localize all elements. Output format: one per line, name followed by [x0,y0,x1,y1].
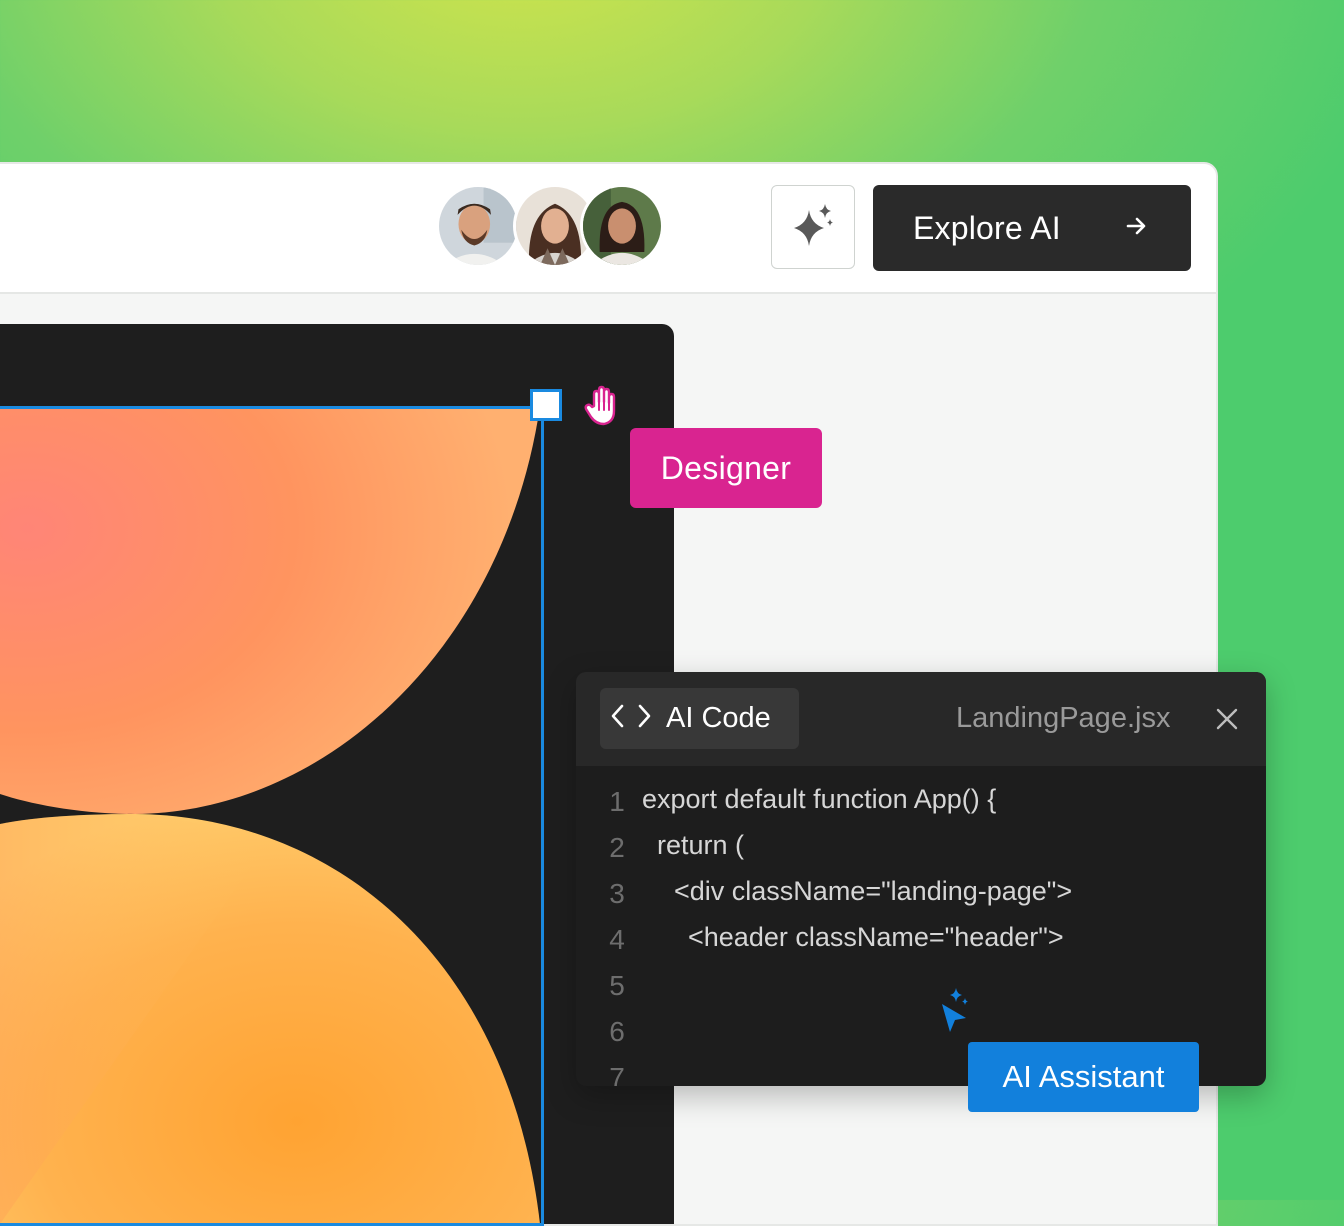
explore-ai-label: Explore AI [913,209,1061,246]
collaborator-avatar-1[interactable] [436,184,520,268]
designer-cursor-label: Designer [630,428,822,508]
ai-sparkle-button[interactable] [771,185,855,269]
code-line: 1 export default function App() { [576,780,1266,826]
explore-ai-button[interactable]: Explore AI [873,185,1191,271]
ai-sparkle-cursor-icon [936,988,972,1039]
line-number: 1 [609,786,625,817]
code-text: return ( [657,830,745,860]
code-panel-header: AI Code LandingPage.jsx [576,672,1266,766]
ai-assistant-label: AI Assistant [968,1042,1199,1112]
line-number: 4 [609,924,625,955]
collaborator-avatar-3[interactable] [580,184,664,268]
sparkle-icon [790,202,836,253]
code-line: 4 <header className="header"> [576,918,1266,964]
ai-code-panel: AI Code LandingPage.jsx 1 export default… [576,672,1266,1086]
line-number: 2 [609,832,625,863]
code-text: export default function App() { [642,784,997,814]
code-line: 5 [576,964,1266,1010]
resize-handle[interactable] [530,389,562,421]
hand-cursor-icon [582,384,622,433]
filename-label: LandingPage.jsx [956,702,1171,734]
tab-ai-code-label: AI Code [666,702,771,734]
selection-box[interactable] [0,406,544,1226]
code-text: <header className="header"> [688,922,1064,952]
tab-ai-code[interactable]: AI Code [600,688,799,749]
code-brackets-icon [610,702,652,735]
top-toolbar: Explore AI [0,164,1216,294]
line-number: 5 [609,970,625,1001]
code-line: 3 <div className="landing-page"> [576,872,1266,918]
line-number: 7 [609,1062,625,1086]
line-number: 3 [609,878,625,909]
arrow-right-icon [1125,215,1147,242]
code-text: <div className="landing-page"> [674,876,1073,906]
code-line: 2 return ( [576,826,1266,872]
close-icon[interactable] [1216,708,1238,735]
code-editor[interactable]: 1 export default function App() { 2 retu… [576,780,1266,1086]
line-number: 6 [609,1016,625,1047]
